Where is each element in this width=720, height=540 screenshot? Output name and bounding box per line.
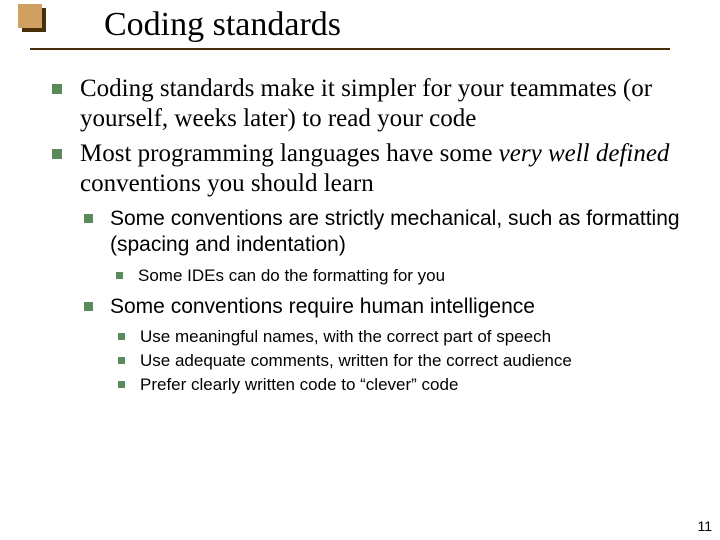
square-bullet-icon <box>84 214 93 223</box>
bullet-level1: Coding standards make it simpler for you… <box>52 74 680 133</box>
bullet-text: Use meaningful names, with the correct p… <box>140 327 551 346</box>
square-bullet-icon <box>116 272 123 279</box>
bullet-text: Use adequate comments, written for the c… <box>140 351 572 370</box>
square-bullet-icon <box>52 149 62 159</box>
title-underline <box>30 48 670 50</box>
body-text-area: Coding standards make it simpler for you… <box>52 74 680 404</box>
bullet-text: Most programming languages have some ver… <box>80 140 669 197</box>
bullet-level3: Prefer clearly written code to “clever” … <box>118 374 680 396</box>
bullet-text: Prefer clearly written code to “clever” … <box>140 375 458 394</box>
bullet-text: Some conventions are strictly mechanical… <box>110 207 680 256</box>
bullet-level2: Some conventions require human intellige… <box>84 294 680 396</box>
square-bullet-icon <box>118 381 125 388</box>
page-number: 11 <box>697 518 712 534</box>
square-bullet-icon <box>84 302 93 311</box>
bullet-level2: Some conventions are strictly mechanical… <box>84 206 680 286</box>
slide: Coding standards Coding standards make i… <box>0 0 720 540</box>
slide-title: Coding standards <box>104 6 341 44</box>
bullet-text: Coding standards make it simpler for you… <box>80 75 652 132</box>
bullet-level3: Some IDEs can do the formatting for you <box>116 265 680 286</box>
square-bullet-icon <box>118 357 125 364</box>
square-bullet-icon <box>52 84 62 94</box>
bullet-text: Some IDEs can do the formatting for you <box>138 266 445 285</box>
bullet-level3: Use meaningful names, with the correct p… <box>118 326 680 348</box>
bullet-level3: Use adequate comments, written for the c… <box>118 350 680 372</box>
bullet-level1: Most programming languages have some ver… <box>52 139 680 396</box>
title-accent-shape <box>18 4 42 28</box>
bullet-text: Some conventions require human intellige… <box>110 295 535 318</box>
square-bullet-icon <box>118 333 125 340</box>
